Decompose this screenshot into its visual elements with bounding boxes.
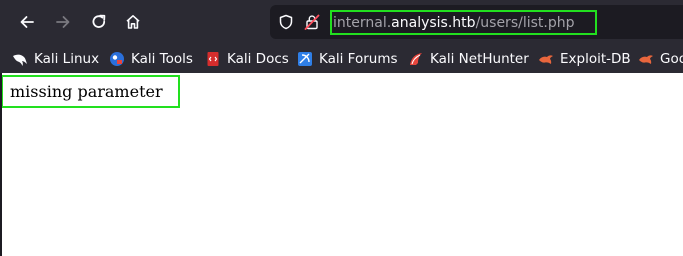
- bookmark-kali-docs[interactable]: Kali Docs: [205, 49, 289, 69]
- kali-dragon-icon: [13, 54, 27, 66]
- url-path: /users/list.php: [475, 15, 575, 31]
- forward-arrow-icon: [56, 16, 70, 28]
- bookmark-exploit-db[interactable]: Exploit-DB: [538, 49, 631, 69]
- bookmark-label: Kali Forums: [319, 51, 398, 67]
- back-arrow-icon: [20, 16, 34, 28]
- bookmark-google-hacking-db[interactable]: Goo: [638, 49, 683, 69]
- url-host: analysis.htb: [391, 15, 476, 31]
- bookmark-kali-tools[interactable]: Kali Tools: [109, 49, 193, 69]
- bookmark-kali-forums[interactable]: Kali Forums: [297, 49, 398, 69]
- forward-button[interactable]: [49, 8, 77, 36]
- url-subdomain: internal.: [333, 15, 392, 31]
- kali-docs-icon: [207, 52, 219, 66]
- bookmark-label: Kali Docs: [227, 51, 289, 67]
- kali-nethunter-icon: [410, 53, 422, 65]
- bookmark-kali-nethunter[interactable]: Kali NetHunter: [408, 49, 529, 69]
- home-button[interactable]: [119, 8, 147, 36]
- exploit-db-icon: [539, 55, 553, 64]
- kali-forums-icon: [298, 52, 312, 66]
- bookmark-kali-linux[interactable]: Kali Linux: [12, 49, 99, 69]
- kali-tools-icon: [110, 52, 124, 66]
- page-content: missing parameter: [0, 73, 683, 256]
- bookmark-label: Exploit-DB: [560, 51, 631, 67]
- bookmark-label: Kali Tools: [131, 51, 193, 67]
- insecure-lock-icon[interactable]: [304, 14, 320, 30]
- url-text[interactable]: internal.analysis.htb/users/list.php: [333, 13, 575, 33]
- back-button[interactable]: [13, 8, 41, 36]
- reload-button[interactable]: [85, 8, 113, 36]
- home-icon: [126, 15, 140, 29]
- navigation-toolbar: internal.analysis.htb/users/list.php: [0, 0, 683, 44]
- google-hacking-db-icon: [639, 55, 653, 64]
- error-message: missing parameter: [10, 82, 163, 101]
- bookmark-label: Goo: [660, 51, 683, 67]
- window-left-edge: [0, 73, 2, 256]
- browser-chrome: internal.analysis.htb/users/list.php Kal…: [0, 0, 683, 73]
- bookmark-label: Kali Linux: [34, 51, 100, 67]
- shield-icon[interactable]: [278, 14, 294, 30]
- bookmark-label: Kali NetHunter: [430, 51, 529, 67]
- reload-icon: [92, 14, 106, 28]
- bookmarks-toolbar: Kali Linux Kali Tools Kali Docs Kali For…: [0, 44, 683, 73]
